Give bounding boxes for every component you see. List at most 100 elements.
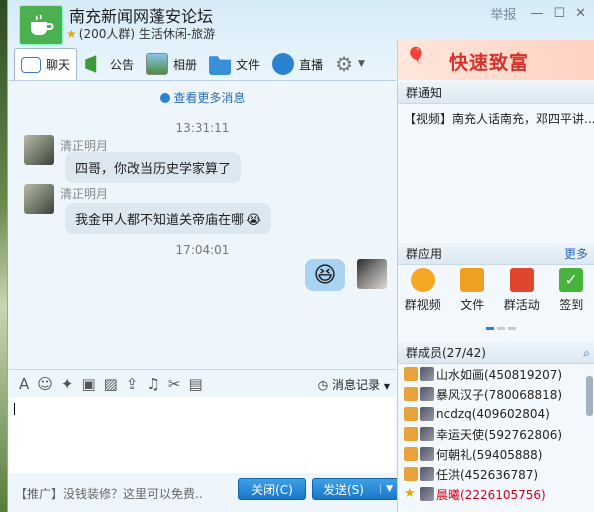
maximize-icon[interactable]: ☐ xyxy=(553,6,565,21)
chevron-down-icon: ▼ xyxy=(383,382,390,391)
group-chat-window: 南充新闻网蓬安论坛 ★ (200人群) 生活休闲-旅游 举报 — ☐ ✕ 聊天 公… xyxy=(7,0,594,512)
promo-link[interactable]: 【推广】没钱装修？这里可以免费.. xyxy=(15,485,203,502)
flag-icon xyxy=(509,268,534,292)
announcement-icon xyxy=(85,55,97,73)
scissors-icon[interactable]: ✂ xyxy=(168,375,181,393)
live-icon xyxy=(272,53,295,75)
avatar xyxy=(420,387,434,401)
window-controls: 举报 — ☐ ✕ xyxy=(490,4,586,23)
user-icon xyxy=(404,367,418,381)
user-icon xyxy=(404,447,418,461)
settings-menu[interactable]: ⚙ ▼ xyxy=(329,49,371,79)
avatar xyxy=(420,447,434,461)
sender-avatar[interactable] xyxy=(24,135,54,165)
user-icon xyxy=(404,387,418,401)
music-icon[interactable]: ♫ xyxy=(146,375,159,393)
tab-announcement[interactable]: 公告 xyxy=(77,49,140,79)
sender-avatar[interactable] xyxy=(24,184,54,214)
apps-grid: 群视频 文件 群活动 ✓ 签到 xyxy=(398,268,594,313)
member-list-scrollbar[interactable] xyxy=(586,376,593,416)
my-avatar[interactable] xyxy=(357,259,387,289)
bottom-bar: 【推广】没钱装修？这里可以免费.. 关闭(C) 发送(S) ▼ xyxy=(9,473,400,512)
user-icon xyxy=(404,407,418,421)
clock-icon: ◷ xyxy=(317,378,329,392)
member-item[interactable]: 任洪(452636787) xyxy=(398,464,594,484)
tea-cup-icon xyxy=(31,14,54,35)
balloon-icon: 🎈 xyxy=(406,46,426,65)
search-icon[interactable]: ⌕ xyxy=(583,342,590,364)
chevron-down-icon[interactable]: ▼ xyxy=(380,484,393,494)
clock-icon xyxy=(159,93,170,103)
apps-heading: 群应用 更多 xyxy=(398,243,594,265)
avatar xyxy=(420,487,434,501)
notice-heading: 群通知 xyxy=(398,82,594,104)
gear-icon: ⚙ xyxy=(335,52,354,76)
avatar xyxy=(420,367,434,381)
tab-live[interactable]: 直播 xyxy=(266,49,329,79)
members-heading: 群成员(27/42) ⌕ xyxy=(398,342,594,364)
font-icon[interactable]: A xyxy=(19,375,29,393)
member-item[interactable]: ★ 晨曦(2226105756) xyxy=(398,484,594,504)
apps-more-link[interactable]: 更多 xyxy=(564,243,588,265)
group-avatar[interactable] xyxy=(19,5,63,45)
minimize-icon[interactable]: — xyxy=(530,6,543,21)
notice-text[interactable]: 【视频】南充人话南充，邓四平讲... xyxy=(404,110,594,127)
message-bubble: 我金甲人都不知道关帝庙在哪 😭 xyxy=(65,203,272,234)
member-item[interactable]: 山水如画(450819207) xyxy=(398,364,594,384)
avatar xyxy=(420,467,434,481)
message-record-button[interactable]: ◷ 消息记录 ▼ xyxy=(318,376,390,393)
text-cursor xyxy=(14,403,15,415)
group-category: (200人群) 生活休闲-旅游 xyxy=(78,27,216,41)
app-group-activity[interactable]: 群活动 xyxy=(498,268,546,313)
group-title: 南充新闻网蓬安论坛 xyxy=(69,7,214,26)
ad-banner[interactable]: 🎈 快速致富 xyxy=(398,40,594,80)
page-indicator xyxy=(486,327,516,330)
load-more-messages-link[interactable]: 查看更多消息 xyxy=(9,89,396,106)
app-files[interactable]: 文件 xyxy=(448,268,496,313)
app-group-video[interactable]: 群视频 xyxy=(399,268,447,313)
folder-icon xyxy=(209,56,232,75)
member-item[interactable]: ncdzq(409602804) xyxy=(398,404,594,424)
timestamp: 17:04:01 xyxy=(175,243,230,257)
group-subtitle: ★ (200人群) 生活休闲-旅游 xyxy=(66,25,215,42)
member-list: 山水如画(450819207) 暴风汉子(780068818) ncdzq(40… xyxy=(398,364,594,504)
background-strip xyxy=(0,0,7,512)
tab-album[interactable]: 相册 xyxy=(140,49,203,79)
timestamp: 13:31:11 xyxy=(175,121,230,135)
message-input[interactable] xyxy=(9,397,396,473)
member-item[interactable]: 何朝礼(59405888) xyxy=(398,444,594,464)
chat-icon xyxy=(21,56,41,73)
message-list[interactable]: 查看更多消息 13:31:11 清正明月 四哥，你改当历史学家算了 清正明月 我… xyxy=(9,80,396,368)
send-button[interactable]: 发送(S) ▼ xyxy=(312,478,400,500)
video-icon xyxy=(410,268,435,292)
user-icon xyxy=(404,467,418,481)
tab-files[interactable]: 文件 xyxy=(203,49,266,79)
folder-icon xyxy=(460,268,485,292)
close-icon[interactable]: ✕ xyxy=(575,6,586,21)
gift-icon[interactable]: ▣ xyxy=(81,375,95,393)
image-icon[interactable]: ▨ xyxy=(104,375,118,393)
star-icon: ★ xyxy=(404,486,416,501)
message-bubble: 四哥，你改当历史学家算了 xyxy=(65,152,242,183)
screen-icon[interactable]: ▤ xyxy=(188,375,202,393)
upload-icon[interactable]: ⇪ xyxy=(126,375,139,393)
close-button[interactable]: 关闭(C) xyxy=(238,478,306,500)
member-item[interactable]: 幸运天使(592762806) xyxy=(398,424,594,444)
magic-icon[interactable]: ✦ xyxy=(61,375,74,393)
input-toolbar: A ☺ ✦ ▣ ▨ ⇪ ♫ ✂ ▤ ◷ 消息记录 ▼ xyxy=(9,369,396,397)
crying-emoji: 😭 xyxy=(246,213,262,228)
app-check-in[interactable]: ✓ 签到 xyxy=(547,268,594,313)
my-message-bubble: 😆 xyxy=(305,259,345,291)
avatar xyxy=(420,427,434,441)
star-icon: ★ xyxy=(66,27,77,41)
report-button[interactable]: 举报 xyxy=(490,4,516,23)
member-item[interactable]: 暴风汉子(780068818) xyxy=(398,384,594,404)
emoji-icon[interactable]: ☺ xyxy=(37,375,53,393)
sender-name: 清正明月 xyxy=(60,187,109,201)
user-icon xyxy=(404,427,418,441)
feature-tabs: 聊天 公告 相册 文件 直播 ⚙ ▼ xyxy=(14,48,394,80)
tab-chat[interactable]: 聊天 xyxy=(14,48,78,80)
checkmark-icon: ✓ xyxy=(559,268,584,292)
album-icon xyxy=(146,53,169,75)
right-panel: 🎈 快速致富 群通知 【视频】南充人话南充，邓四平讲... 群应用 更多 群视频… xyxy=(397,40,594,512)
